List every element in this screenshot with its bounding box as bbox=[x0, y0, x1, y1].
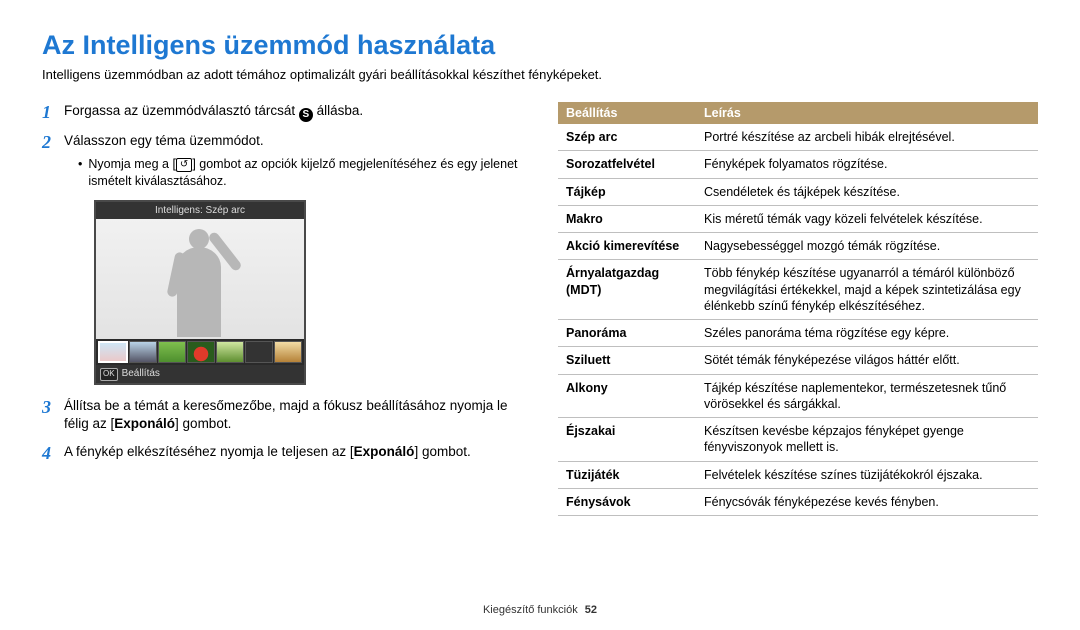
mode-dial-icon: S bbox=[299, 108, 313, 122]
setting-desc: Kis méretű témák vagy közeli felvételek … bbox=[696, 205, 1038, 232]
intro-text: Intelligens üzemmódban az adott témához … bbox=[42, 67, 1038, 82]
scene-thumb bbox=[216, 341, 244, 363]
step-2-text: Válasszon egy téma üzemmódot. bbox=[64, 133, 264, 148]
setting-desc: Tájkép készítése naplementekor, természe… bbox=[696, 374, 1038, 418]
setting-name: Sziluett bbox=[558, 347, 696, 374]
setting-name: Szép arc bbox=[558, 124, 696, 151]
page-title: Az Intelligens üzemmód használata bbox=[42, 30, 1038, 61]
settings-header-name: Beállítás bbox=[558, 102, 696, 124]
table-row: SorozatfelvételFényképek folyamatos rögz… bbox=[558, 151, 1038, 178]
setting-desc: Csendéletek és tájképek készítése. bbox=[696, 178, 1038, 205]
setting-name: Éjszakai bbox=[558, 418, 696, 462]
camera-mode-label: Intelligens: Szép arc bbox=[96, 202, 304, 220]
setting-name: Tájkép bbox=[558, 178, 696, 205]
ok-button-icon: OK bbox=[100, 368, 118, 381]
table-row: Szép arcPortré készítése az arcbeli hibá… bbox=[558, 124, 1038, 151]
step-2: Válasszon egy téma üzemmódot. • Nyomja m… bbox=[42, 132, 532, 385]
step-4-text-a: A fénykép elkészítéséhez nyomja le telje… bbox=[64, 444, 354, 459]
table-row: TüzijátékFelvételek készítése színes tüz… bbox=[558, 461, 1038, 488]
scene-thumb bbox=[274, 341, 302, 363]
camera-viewfinder bbox=[96, 219, 304, 339]
scene-thumb bbox=[245, 341, 273, 363]
settings-table: Beállítás Leírás Szép arcPortré készítés… bbox=[558, 102, 1038, 516]
setting-desc: Fényképek folyamatos rögzítése. bbox=[696, 151, 1038, 178]
step-4-text-b: ] gombot. bbox=[414, 444, 470, 459]
setting-desc: Portré készítése az arcbeli hibák elrejt… bbox=[696, 124, 1038, 151]
setting-name: Sorozatfelvétel bbox=[558, 151, 696, 178]
step-1-text-b: állásba. bbox=[313, 103, 363, 118]
setting-desc: Készítsen kevésbe képzajos fényképet gye… bbox=[696, 418, 1038, 462]
table-row: MakroKis méretű témák vagy közeli felvét… bbox=[558, 205, 1038, 232]
setting-desc: Fénycsóvák fényképezése kevés fényben. bbox=[696, 488, 1038, 515]
table-row: AlkonyTájkép készítése naplementekor, te… bbox=[558, 374, 1038, 418]
step-2-sub-a: Nyomja meg a [ bbox=[88, 157, 176, 171]
step-3: Állítsa be a témát a keresőmezőbe, majd … bbox=[42, 397, 532, 433]
setting-name: Panoráma bbox=[558, 320, 696, 347]
table-row: PanorámaSzéles panoráma téma rögzítése e… bbox=[558, 320, 1038, 347]
table-row: Árnyalatgazdag (MDT)Több fénykép készíté… bbox=[558, 260, 1038, 320]
step-2-sub: • Nyomja meg a [↺] gombot az opciók kije… bbox=[64, 156, 532, 190]
scene-thumb bbox=[158, 341, 186, 363]
scene-thumb bbox=[187, 341, 215, 363]
setting-name: Makro bbox=[558, 205, 696, 232]
footer-section: Kiegészítő funkciók bbox=[483, 604, 578, 616]
scene-thumb bbox=[98, 341, 128, 363]
steps-column: Forgassa az üzemmódválasztó tárcsát S ál… bbox=[42, 102, 532, 516]
step-3-bold: Exponáló bbox=[114, 416, 175, 431]
scene-thumb bbox=[129, 341, 157, 363]
setting-name: Fénysávok bbox=[558, 488, 696, 515]
step-1-text-a: Forgassa az üzemmódválasztó tárcsát bbox=[64, 103, 299, 118]
setting-name: Tüzijáték bbox=[558, 461, 696, 488]
table-row: SziluettSötét témák fényképezése világos… bbox=[558, 347, 1038, 374]
table-row: ÉjszakaiKészítsen kevésbe képzajos fényk… bbox=[558, 418, 1038, 462]
settings-header-desc: Leírás bbox=[696, 102, 1038, 124]
footer-page-number: 52 bbox=[585, 604, 597, 616]
step-1: Forgassa az üzemmódválasztó tárcsát S ál… bbox=[42, 102, 532, 122]
setting-desc: Nagysebességgel mozgó témák rögzítése. bbox=[696, 233, 1038, 260]
table-row: FénysávokFénycsóvák fényképezése kevés f… bbox=[558, 488, 1038, 515]
page-footer: Kiegészítő funkciók 52 bbox=[0, 604, 1080, 616]
table-row: TájképCsendéletek és tájképek készítése. bbox=[558, 178, 1038, 205]
ok-button-label: Beállítás bbox=[122, 367, 160, 381]
setting-desc: Széles panoráma téma rögzítése egy képre… bbox=[696, 320, 1038, 347]
settings-column: Beállítás Leírás Szép arcPortré készítés… bbox=[558, 102, 1038, 516]
person-silhouette-icon bbox=[171, 229, 226, 339]
setting-desc: Több fénykép készítése ugyanarról a témá… bbox=[696, 260, 1038, 320]
setting-name: Akció kimerevítése bbox=[558, 233, 696, 260]
setting-desc: Felvételek készítése színes tüzijátékokr… bbox=[696, 461, 1038, 488]
table-row: Akció kimerevítéseNagysebességgel mozgó … bbox=[558, 233, 1038, 260]
setting-desc: Sötét témák fényképezése világos háttér … bbox=[696, 347, 1038, 374]
back-button-icon: ↺ bbox=[176, 158, 192, 172]
camera-preview: Intelligens: Szép arc bbox=[94, 200, 306, 385]
bullet-icon: • bbox=[78, 156, 82, 190]
step-3-text-b: ] gombot. bbox=[175, 416, 231, 431]
setting-name: Alkony bbox=[558, 374, 696, 418]
step-4: A fénykép elkészítéséhez nyomja le telje… bbox=[42, 443, 532, 461]
setting-name: Árnyalatgazdag (MDT) bbox=[558, 260, 696, 320]
step-4-bold: Exponáló bbox=[354, 444, 415, 459]
scene-thumbnails bbox=[96, 339, 304, 365]
